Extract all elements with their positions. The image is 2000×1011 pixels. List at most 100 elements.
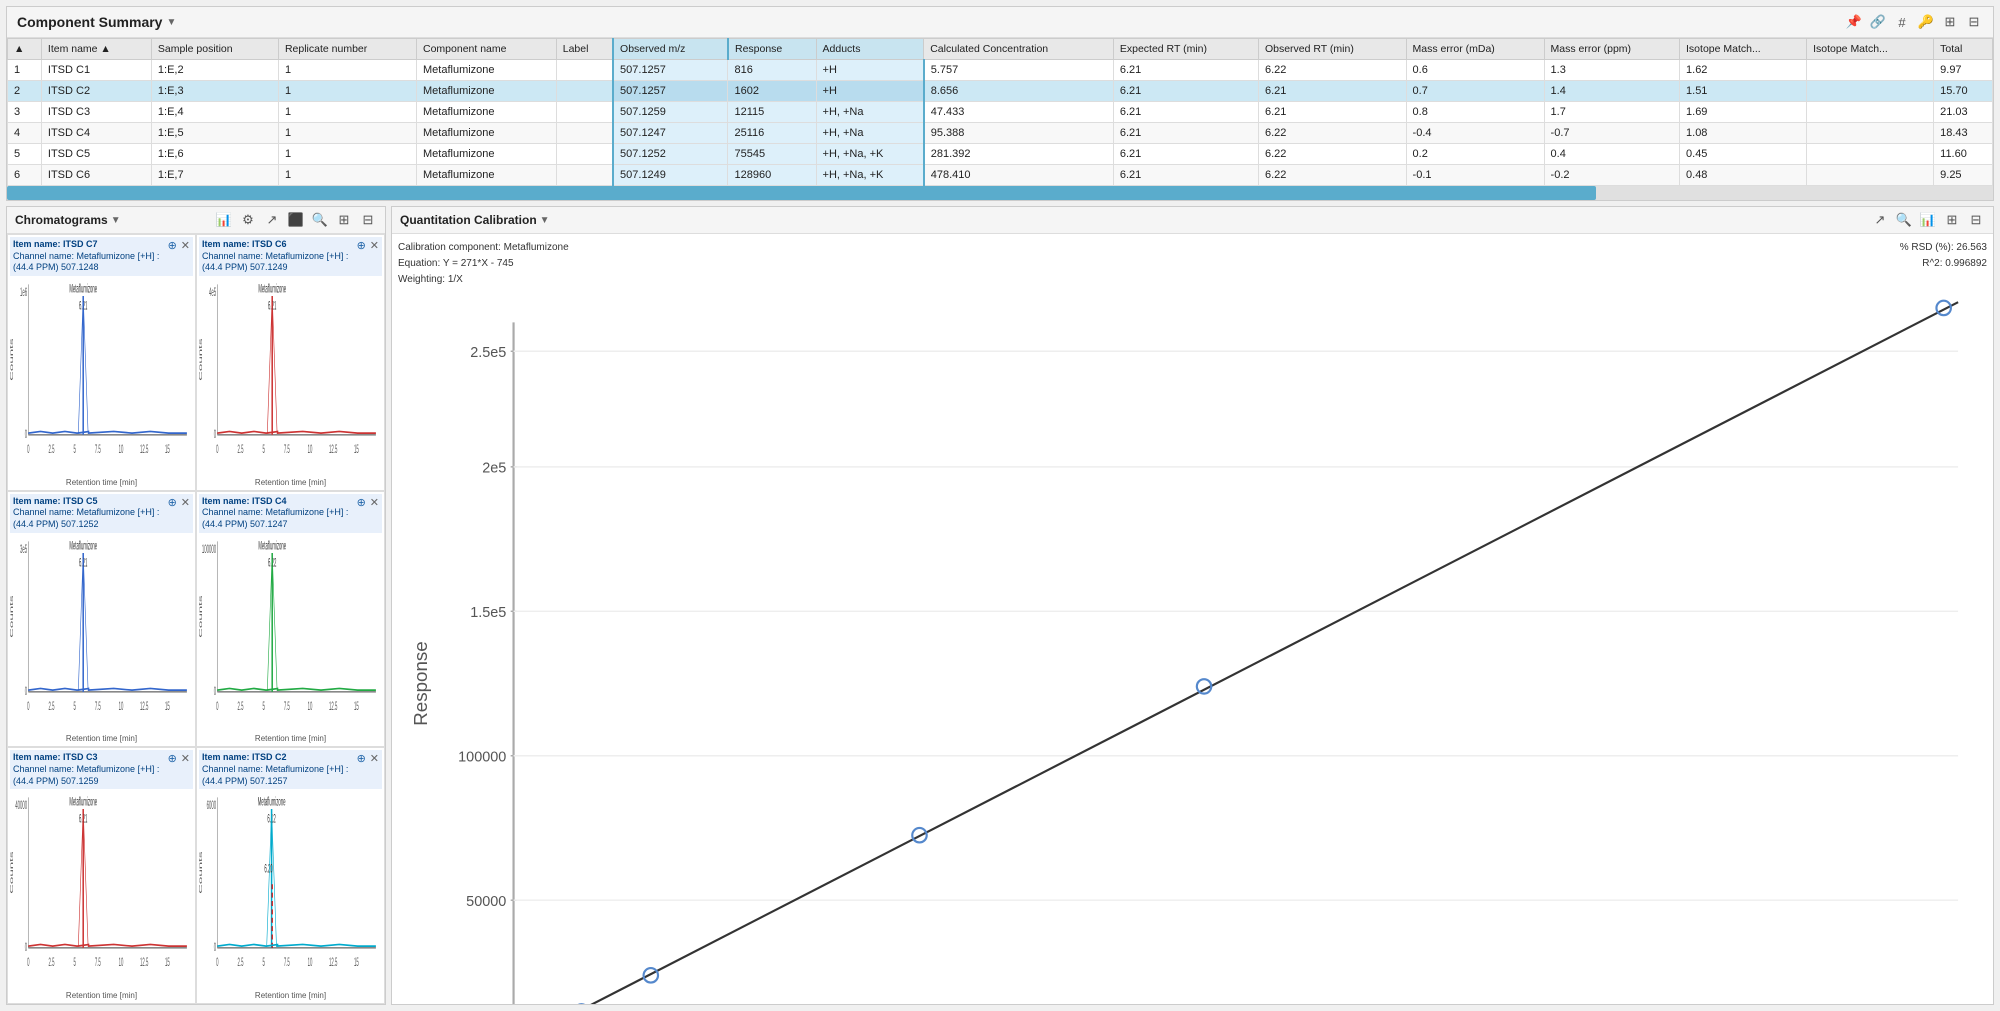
- quant-search-icon[interactable]: 🔍: [1895, 211, 1913, 229]
- chrom-close-icon[interactable]: ✕: [181, 496, 190, 510]
- svg-text:4e5: 4e5: [209, 285, 216, 298]
- col-sort[interactable]: ▲: [8, 39, 42, 60]
- table-row[interactable]: 5ITSD C51:E,61Metaflumizone507.125275545…: [8, 144, 1993, 165]
- horizontal-scrollbar[interactable]: [7, 186, 1993, 200]
- svg-text:Metaflumizone: Metaflumizone: [258, 795, 286, 808]
- table-row[interactable]: 1ITSD C11:E,21Metaflumizone507.1257816+H…: [8, 60, 1993, 81]
- chromatogram-item: Item name: ITSD C5 Channel name: Metaflu…: [7, 491, 196, 748]
- quant-window2[interactable]: ⊟: [1967, 211, 1985, 229]
- svg-text:Counts: Counts: [199, 852, 204, 894]
- col-obs-mz[interactable]: Observed m/z: [613, 39, 728, 60]
- chrom-plot-area: Counts 4e5 0 0 2.5 5 7.5 10 12.5 15: [199, 276, 382, 477]
- col-total[interactable]: Total: [1934, 39, 1993, 60]
- table-cell: ITSD C2: [41, 81, 151, 102]
- table-cell: [556, 81, 613, 102]
- chrom-item-header: Item name: ITSD C6 Channel name: Metaflu…: [199, 237, 382, 276]
- table-row[interactable]: 2ITSD C21:E,31Metaflumizone507.12571602+…: [8, 81, 1993, 102]
- link-icon[interactable]: 🔗: [1869, 13, 1887, 31]
- table-cell: -0.7: [1544, 123, 1679, 144]
- chrom-crosshair-icon[interactable]: ⊕: [357, 752, 366, 766]
- chrom-close-icon[interactable]: ✕: [370, 752, 379, 766]
- bar-chart-icon[interactable]: 📊: [215, 211, 233, 229]
- window-icon3[interactable]: ⊞: [335, 211, 353, 229]
- chrom-crosshair-icon[interactable]: ⊕: [168, 752, 177, 766]
- svg-text:0: 0: [214, 941, 216, 954]
- table-cell: [1807, 165, 1934, 186]
- col-sample-pos[interactable]: Sample position: [151, 39, 278, 60]
- chrom-x-axis-label: Retention time [min]: [199, 990, 382, 1001]
- table-cell: 6.21: [1113, 102, 1258, 123]
- col-label[interactable]: Label: [556, 39, 613, 60]
- svg-text:7.5: 7.5: [95, 956, 101, 969]
- table-row[interactable]: 6ITSD C61:E,71Metaflumizone507.124912896…: [8, 165, 1993, 186]
- col-rep-num[interactable]: Replicate number: [278, 39, 416, 60]
- chrom-close-icon[interactable]: ✕: [370, 239, 379, 253]
- table-cell: 1.08: [1680, 123, 1807, 144]
- chrom-crosshair-icon[interactable]: ⊕: [168, 239, 177, 253]
- svg-text:0: 0: [216, 443, 218, 456]
- key-icon[interactable]: 🔑: [1917, 13, 1935, 31]
- chrom-close-icon[interactable]: ✕: [181, 752, 190, 766]
- col-mass-err-mda[interactable]: Mass error (mDa): [1406, 39, 1544, 60]
- chromatograms-dropdown[interactable]: ▼: [111, 215, 121, 226]
- col-adducts[interactable]: Adducts: [816, 39, 924, 60]
- quant-bar-icon[interactable]: 📊: [1919, 211, 1937, 229]
- chrom-close-icon[interactable]: ✕: [181, 239, 190, 253]
- pin-icon[interactable]: 📌: [1845, 13, 1863, 31]
- quant-title: Quantitation Calibration ▼: [400, 213, 550, 227]
- quant-info-left: Calibration component: Metaflumizone Equ…: [398, 240, 569, 288]
- chrom-x-axis-label: Retention time [min]: [10, 733, 193, 744]
- window-icon1[interactable]: ⊞: [1941, 13, 1959, 31]
- chrom-crosshair-icon[interactable]: ⊕: [357, 239, 366, 253]
- hash-icon[interactable]: #: [1893, 13, 1911, 31]
- chrom-item-header: Item name: ITSD C7 Channel name: Metaflu…: [10, 237, 193, 276]
- col-iso-match1[interactable]: Isotope Match...: [1680, 39, 1807, 60]
- table-cell: +H, +Na, +K: [816, 144, 924, 165]
- svg-text:6000: 6000: [207, 799, 217, 812]
- table-cell: 128960: [728, 165, 816, 186]
- chromatogram-item: Item name: ITSD C6 Channel name: Metaflu…: [196, 234, 385, 491]
- quant-fit-icon[interactable]: ↗: [1871, 211, 1889, 229]
- svg-text:Counts: Counts: [199, 338, 204, 380]
- layer-icon[interactable]: ⬛: [287, 211, 305, 229]
- svg-text:15: 15: [354, 956, 359, 969]
- search-icon[interactable]: 🔍: [311, 211, 329, 229]
- svg-text:5: 5: [262, 699, 264, 712]
- table-row[interactable]: 3ITSD C31:E,41Metaflumizone507.125912115…: [8, 102, 1993, 123]
- col-item-name[interactable]: Item name ▲: [41, 39, 151, 60]
- col-mass-err-ppm[interactable]: Mass error (ppm): [1544, 39, 1679, 60]
- quant-dropdown[interactable]: ▼: [540, 215, 550, 226]
- col-calc-conc[interactable]: Calculated Concentration: [924, 39, 1114, 60]
- col-exp-rt[interactable]: Expected RT (min): [1113, 39, 1258, 60]
- window-icon4[interactable]: ⊟: [359, 211, 377, 229]
- quant-window1[interactable]: ⊞: [1943, 211, 1961, 229]
- quant-r2: R^2: 0.996892: [1900, 256, 1987, 272]
- component-summary-dropdown[interactable]: ▼: [166, 17, 176, 28]
- table-cell: -0.2: [1544, 165, 1679, 186]
- chrom-crosshair-icon[interactable]: ⊕: [357, 496, 366, 510]
- chromatogram-item: Item name: ITSD C2 Channel name: Metaflu…: [196, 747, 385, 1004]
- table-cell: 6.21: [1113, 165, 1258, 186]
- table-cell: 6: [8, 165, 42, 186]
- chromatogram-item: Item name: ITSD C4 Channel name: Metaflu…: [196, 491, 385, 748]
- quant-info: Calibration component: Metaflumizone Equ…: [398, 240, 1987, 288]
- table-row[interactable]: 4ITSD C41:E,51Metaflumizone507.124725116…: [8, 123, 1993, 144]
- chrom-crosshair-icon[interactable]: ⊕: [168, 496, 177, 510]
- svg-text:2.5: 2.5: [49, 699, 55, 712]
- table-cell: 1602: [728, 81, 816, 102]
- table-cell: +H: [816, 81, 924, 102]
- table-cell: 281.392: [924, 144, 1114, 165]
- gear-icon[interactable]: ⚙: [239, 211, 257, 229]
- fit-icon[interactable]: ↗: [263, 211, 281, 229]
- col-iso-match2[interactable]: Isotope Match...: [1807, 39, 1934, 60]
- chrom-svg: Counts 6000 0 0 2.5 5 7.5 10 12.5 15: [199, 789, 382, 990]
- chromatograms-toolbar: 📊 ⚙ ↗ ⬛ 🔍 ⊞ ⊟: [215, 211, 377, 229]
- window-icon2[interactable]: ⊟: [1965, 13, 1983, 31]
- col-obs-rt[interactable]: Observed RT (min): [1258, 39, 1406, 60]
- col-comp-name[interactable]: Component name: [417, 39, 557, 60]
- col-response[interactable]: Response: [728, 39, 816, 60]
- table-cell: 9.97: [1934, 60, 1993, 81]
- chrom-close-icon[interactable]: ✕: [370, 496, 379, 510]
- table-cell: 1.69: [1680, 102, 1807, 123]
- svg-text:5: 5: [73, 443, 75, 456]
